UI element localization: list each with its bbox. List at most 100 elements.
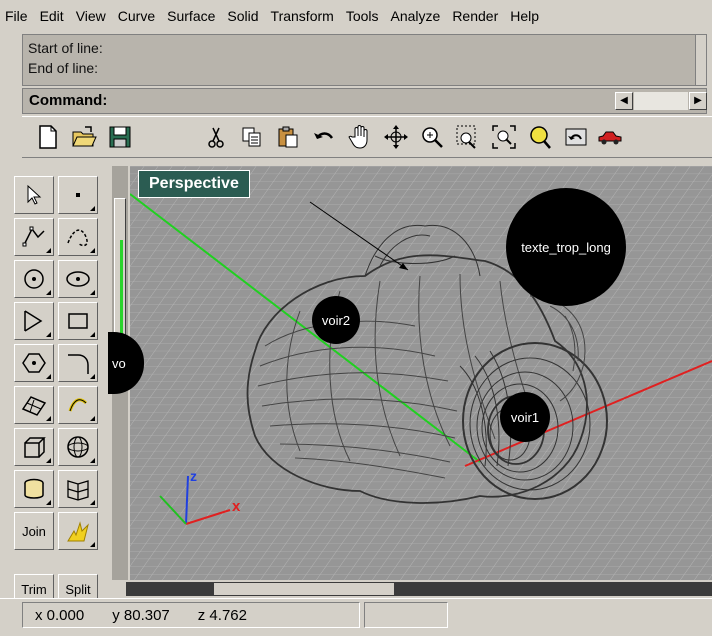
revolve-icon	[68, 398, 88, 412]
pan-hand-icon	[348, 125, 368, 149]
join-label: Join	[22, 523, 46, 539]
menu-view[interactable]: View	[70, 0, 112, 32]
open-folder-icon	[72, 126, 97, 147]
status-pane	[364, 602, 448, 628]
curve-icon	[67, 229, 88, 247]
cut-button[interactable]	[200, 121, 232, 153]
circle-tool-button[interactable]	[14, 260, 54, 298]
zoom-icon	[422, 127, 443, 148]
pointer-icon	[27, 184, 42, 205]
surface-tool-button[interactable]	[14, 386, 54, 424]
command-line[interactable]: Command: ◀ ▶	[22, 88, 707, 114]
zoom-window-button[interactable]	[452, 121, 484, 153]
ellipse-icon	[66, 271, 90, 287]
annotation-bubble-voir1: voir1	[500, 392, 550, 442]
join-button[interactable]: Join	[14, 512, 54, 550]
curve-tool-button[interactable]	[58, 218, 98, 256]
surface-icon	[21, 396, 47, 416]
arc-tool-button[interactable]	[14, 302, 54, 340]
select-tool-button[interactable]	[14, 176, 54, 214]
menu-edit[interactable]: Edit	[34, 0, 70, 32]
command-label: Command:	[29, 92, 108, 109]
pan-button[interactable]	[344, 121, 376, 153]
zoom-extents-button[interactable]	[488, 121, 520, 153]
point-icon	[76, 193, 80, 197]
zoom-extents-icon	[492, 125, 516, 149]
render-button[interactable]	[594, 121, 626, 153]
explode-button[interactable]	[58, 512, 98, 550]
perspective-viewport[interactable]: z x texte_trop_long voir2 voir1	[130, 166, 712, 580]
command-scroll-track[interactable]	[634, 92, 688, 110]
fillet-tool-button[interactable]	[58, 344, 98, 382]
paste-button[interactable]	[272, 121, 304, 153]
polygon-tool-button[interactable]	[14, 344, 54, 382]
copy-icon	[242, 127, 261, 147]
history-line-end: End of line:	[28, 60, 99, 76]
menu-bar: File Edit View Curve Surface Solid Trans…	[0, 0, 712, 32]
cut-icon	[208, 127, 224, 148]
box-icon	[24, 437, 46, 458]
zoom-selected-button[interactable]	[524, 121, 556, 153]
undo-button[interactable]	[308, 121, 340, 153]
coord-x: x 0.000	[35, 606, 85, 624]
scroll-right-button[interactable]: ▶	[689, 92, 707, 110]
paste-icon	[278, 126, 298, 148]
rotate-view-icon	[384, 125, 408, 149]
circle-icon	[24, 269, 44, 289]
new-document-button[interactable]	[32, 121, 64, 153]
rectangle-tool-button[interactable]	[58, 302, 98, 340]
polyline-icon	[22, 226, 45, 247]
mesh-tool-button[interactable]	[58, 470, 98, 508]
undo-view-icon	[565, 128, 587, 146]
zoom-button[interactable]	[416, 121, 448, 153]
polyline-tool-button[interactable]	[14, 218, 54, 256]
menu-file[interactable]: File	[0, 0, 34, 32]
menu-help[interactable]: Help	[504, 0, 545, 32]
history-scrollbar[interactable]	[695, 35, 706, 85]
cylinder-tool-button[interactable]	[14, 470, 54, 508]
menu-render[interactable]: Render	[446, 0, 504, 32]
scroll-left-button[interactable]: ◀	[615, 92, 633, 110]
polygon-icon	[22, 353, 46, 373]
open-button[interactable]	[68, 121, 100, 153]
save-button[interactable]	[104, 121, 136, 153]
menu-transform[interactable]: Transform	[265, 0, 340, 32]
gizmo-z-label: z	[190, 468, 197, 484]
box-tool-button[interactable]	[14, 428, 54, 466]
menu-analyze[interactable]: Analyze	[385, 0, 447, 32]
sphere-tool-button[interactable]	[58, 428, 98, 466]
save-icon	[109, 126, 131, 148]
ellipse-tool-button[interactable]	[58, 260, 98, 298]
command-history: Start of line: End of line:	[22, 34, 707, 86]
fillet-icon	[68, 354, 89, 374]
tab-strip-left-button[interactable]	[112, 582, 126, 596]
gizmo-x-label: x	[232, 498, 241, 515]
mesh-icon	[67, 480, 89, 501]
split-label: Split	[65, 581, 91, 597]
zoom-selected-icon	[530, 126, 551, 149]
cylinder-icon	[24, 478, 44, 499]
undo-view-button[interactable]	[560, 121, 592, 153]
arc-icon	[24, 310, 43, 332]
copy-button[interactable]	[236, 121, 268, 153]
annotation-bubble-voir2: voir2	[312, 296, 360, 344]
viewport-tab-strip[interactable]	[112, 582, 712, 596]
zoom-window-icon	[456, 125, 476, 149]
menu-curve[interactable]: Curve	[112, 0, 161, 32]
new-document-icon	[39, 125, 57, 149]
menu-solid[interactable]: Solid	[221, 0, 264, 32]
history-line-start: Start of line:	[28, 40, 103, 56]
menu-tools[interactable]: Tools	[340, 0, 385, 32]
rotate-view-button[interactable]	[380, 121, 412, 153]
viewport-canvas	[130, 166, 712, 580]
point-tool-button[interactable]	[58, 176, 98, 214]
rectangle-icon	[68, 313, 88, 329]
tab-strip-thumb[interactable]	[214, 583, 394, 595]
car-render-icon	[598, 131, 622, 145]
menu-surface[interactable]: Surface	[161, 0, 221, 32]
viewport-title-tab[interactable]: Perspective	[138, 170, 250, 198]
revolve-tool-button[interactable]	[58, 386, 98, 424]
annotation-bubble-large: texte_trop_long	[506, 188, 626, 306]
coord-y: y 80.307	[112, 606, 170, 624]
explode-icon	[67, 521, 89, 542]
